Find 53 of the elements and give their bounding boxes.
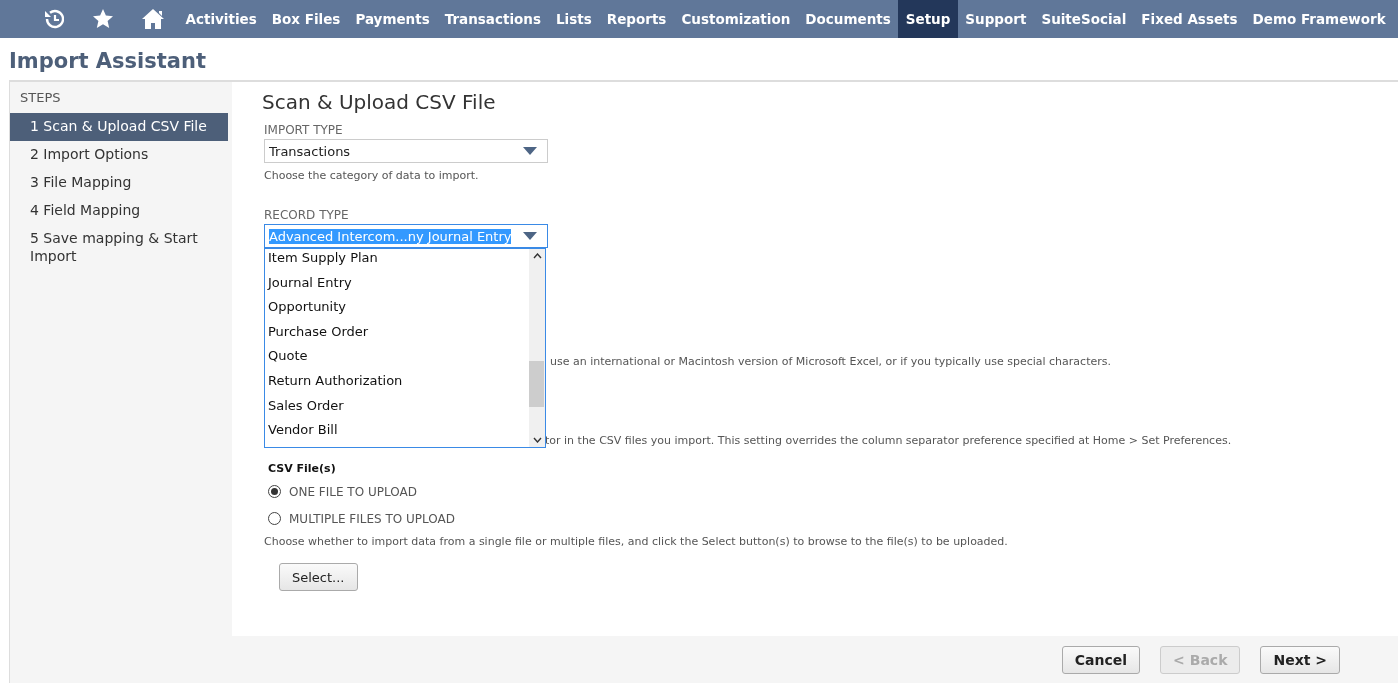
nav-menu-item[interactable]: Box Files xyxy=(264,0,348,38)
step-item[interactable]: 1 Scan & Upload CSV File xyxy=(10,113,228,141)
help-text: use an international or Macintosh version of Microsoft Excel, or if you typically use special characters. xyxy=(550,355,1111,368)
nav-menu-item[interactable]: SuiteSocial xyxy=(1033,0,1134,38)
footer-button[interactable]: Next > xyxy=(1260,645,1340,674)
footer-button[interactable]: Cancel xyxy=(1061,645,1141,674)
field-label: RECORD TYPE xyxy=(264,208,350,222)
nav-menu-item[interactable]: Fixed Assets xyxy=(1133,0,1246,38)
scroll-down-icon[interactable] xyxy=(532,437,542,443)
nav-menu-item[interactable]: Documents xyxy=(797,0,899,38)
dropdown-option[interactable]: Sales Order xyxy=(265,396,529,422)
dropdown-option[interactable]: Purchase Order xyxy=(265,322,529,348)
nav-menu-item[interactable]: Customization xyxy=(673,0,798,38)
field-label: CSV File(s) xyxy=(268,462,337,475)
scrollbar-thumb[interactable] xyxy=(529,361,544,407)
radio-button[interactable] xyxy=(268,485,281,498)
select-button[interactable]: Select... xyxy=(279,563,358,591)
step-item[interactable]: 2 Import Options xyxy=(10,141,228,169)
help-text: tor in the CSV files you import. This setting overrides the column separator preference specified at Home > Set Preferences. xyxy=(545,434,1232,447)
step-item[interactable]: 3 File Mapping xyxy=(10,169,228,197)
dropdown-option[interactable]: Quote xyxy=(265,347,529,372)
home-icon[interactable] xyxy=(142,8,164,30)
caret-icon xyxy=(523,232,537,240)
step-item[interactable]: 5 Save mapping & Start Import xyxy=(10,225,228,271)
caret-icon xyxy=(523,147,537,155)
radio-label[interactable]: ONE FILE TO UPLOAD xyxy=(289,484,417,499)
section-heading: Scan & Upload CSV File xyxy=(262,90,497,114)
nav-menu-item[interactable]: Activities xyxy=(178,0,265,38)
help-text: Choose whether to import data from a single file or multiple files, and click the Select button(s) to browse to the file(s) to be uploaded. xyxy=(264,535,1009,548)
nav-menu-item[interactable]: Lists xyxy=(548,0,600,38)
page-title: Import Assistant xyxy=(8,48,207,75)
help-text: Choose the category of data to import. xyxy=(264,169,480,182)
dropdown-option[interactable]: Vendor Bill xyxy=(265,421,529,446)
dropdown-option[interactable]: Item Supply Plan xyxy=(265,249,529,274)
scroll-up-icon[interactable] xyxy=(532,253,542,259)
recent-records-icon[interactable] xyxy=(42,8,64,30)
radio-button[interactable] xyxy=(268,512,281,525)
radio-label[interactable]: MULTIPLE FILES TO UPLOAD xyxy=(289,511,456,526)
star-icon[interactable] xyxy=(92,8,114,30)
steps-heading: STEPS xyxy=(19,89,62,107)
dropdown-option[interactable]: Journal Entry xyxy=(265,273,529,299)
dropdown-option[interactable]: Opportunity xyxy=(265,298,529,323)
nav-menu-item[interactable]: Reports xyxy=(599,0,674,38)
nav-menu-item[interactable]: Setup xyxy=(898,0,958,38)
nav-menu-item[interactable]: Support xyxy=(957,0,1034,38)
field-label: IMPORT TYPE xyxy=(264,123,344,137)
dropdown-option[interactable]: Return Authorization xyxy=(265,371,529,397)
nav-menu-item[interactable]: Transactions xyxy=(437,0,549,38)
scrollbar[interactable] xyxy=(529,249,545,447)
step-item[interactable]: 4 Field Mapping xyxy=(10,197,228,225)
nav-menu-item[interactable]: Payments xyxy=(347,0,438,38)
import-type-dropdown[interactable]: Transactions xyxy=(264,139,548,163)
nav-menu-item[interactable]: Demo Framework xyxy=(1245,0,1394,38)
